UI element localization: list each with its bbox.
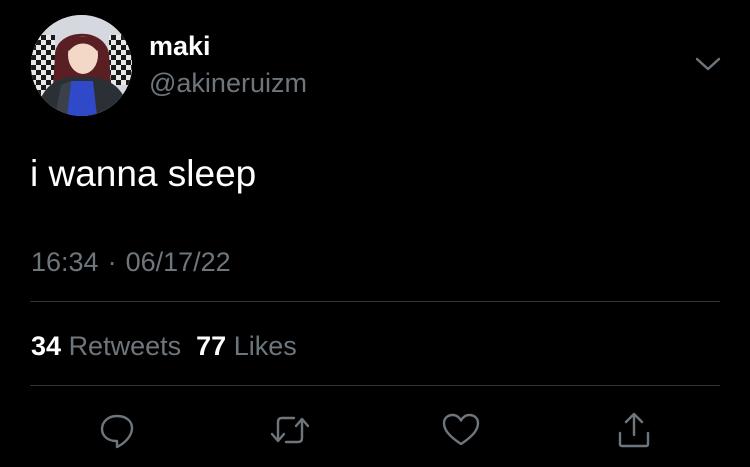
like-button[interactable] — [439, 408, 483, 452]
tweet-timestamp[interactable]: 16:34 · 06/17/22 — [31, 245, 231, 279]
likes-label: Likes — [233, 331, 297, 361]
like-icon — [442, 413, 480, 446]
retweets-stat[interactable]: 34 Retweets — [31, 331, 181, 361]
divider — [30, 301, 720, 302]
share-icon — [618, 412, 650, 448]
tweet-time: 16:34 — [31, 247, 99, 277]
engagement-stats: 34 Retweets 77 Likes — [31, 329, 297, 363]
divider — [30, 385, 720, 386]
reply-button[interactable] — [95, 408, 139, 452]
retweet-icon — [270, 416, 310, 444]
retweets-count: 34 — [31, 331, 62, 361]
likes-count: 77 — [196, 331, 227, 361]
retweets-label: Retweets — [68, 331, 182, 361]
display-name[interactable]: maki — [149, 30, 211, 62]
retweet-button[interactable] — [268, 408, 312, 452]
reply-icon — [100, 414, 134, 449]
avatar[interactable] — [31, 15, 132, 116]
likes-stat[interactable]: 77 Likes — [196, 331, 297, 361]
tweet-date: 06/17/22 — [125, 247, 231, 277]
share-button[interactable] — [612, 408, 656, 452]
avatar-photo — [31, 15, 132, 116]
chevron-down-icon[interactable] — [692, 52, 724, 76]
user-handle[interactable]: @akineruizm — [149, 67, 307, 99]
tweet-text: i wanna sleep — [30, 153, 257, 194]
meta-separator: · — [107, 247, 117, 277]
